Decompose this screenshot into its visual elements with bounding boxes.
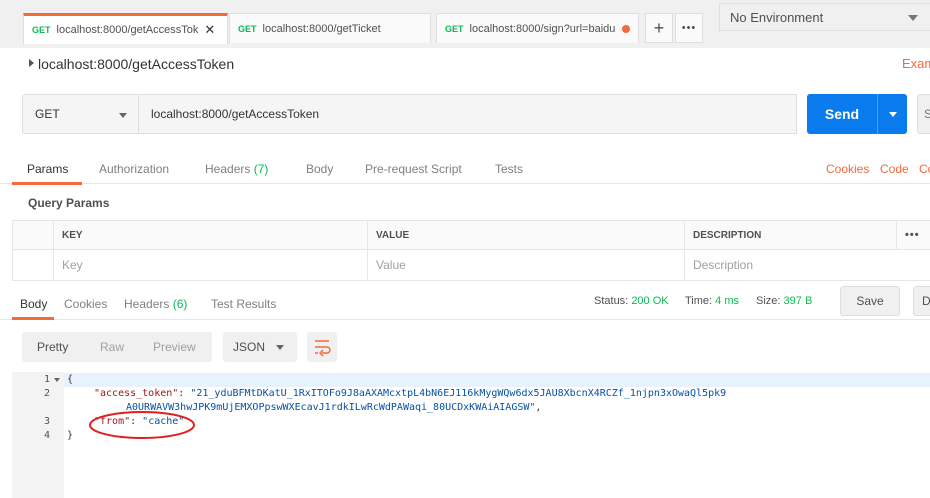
request-tab-get-access-token[interactable]: GET localhost:8000/getAccessTok ✕	[23, 13, 228, 44]
request-tab-get-ticket[interactable]: GET localhost:8000/getTicket	[229, 13, 431, 43]
save-request-button[interactable]: S	[917, 94, 930, 134]
wrap-lines-icon	[315, 340, 331, 357]
method-label: GET	[35, 107, 60, 121]
headers-count: (7)	[253, 162, 269, 176]
time-value: 4 ms	[715, 295, 739, 307]
request-name[interactable]: localhost:8000/getAccessToken	[38, 56, 234, 72]
line-number: 3	[43, 416, 50, 427]
view-preview[interactable]: Preview	[153, 332, 196, 362]
caret-right-icon[interactable]	[29, 59, 34, 67]
tab-response-headers-label: Headers	[124, 297, 170, 311]
unsaved-dot-icon	[622, 24, 630, 33]
tab-title: localhost:8000/sign?url=baidu	[469, 22, 616, 35]
status-readout: Status: 200 OK	[594, 295, 669, 307]
row-checkbox[interactable]	[13, 250, 53, 280]
code-line-access-token: "access_token": "21_yduBFMtDKatU_1RxITOF…	[94, 388, 726, 399]
tab-response-cookies[interactable]: Cookies	[64, 297, 107, 311]
tab-method-label: GET	[32, 25, 51, 35]
json-colon: :	[178, 388, 191, 399]
tab-prerequest-script[interactable]: Pre-request Script	[365, 162, 462, 176]
active-tab-indicator	[12, 182, 82, 185]
cookies-link[interactable]: Cookies	[826, 162, 869, 176]
params-table-row: Key Value Description	[12, 250, 930, 281]
close-icon[interactable]: ✕	[204, 22, 215, 38]
tab-body[interactable]: Body	[306, 162, 333, 176]
chevron-down-icon	[908, 15, 918, 21]
view-raw[interactable]: Raw	[100, 332, 124, 362]
tab-method-label: GET	[445, 23, 464, 34]
size-label: Size:	[756, 295, 781, 307]
column-description: DESCRIPTION	[684, 221, 761, 249]
value-input[interactable]: Value	[367, 250, 684, 280]
tab-headers-label: Headers	[205, 162, 251, 176]
chevron-down-icon	[119, 113, 127, 118]
url-input[interactable]: localhost:8000/getAccessToken	[138, 94, 797, 134]
time-readout: Time: 4 ms	[685, 295, 739, 307]
line-number: 4	[43, 430, 50, 441]
active-tab-indicator	[12, 317, 54, 320]
params-table-header: KEY VALUE DESCRIPTION •••	[12, 220, 930, 250]
tab-title: localhost:8000/getTicket	[262, 22, 381, 35]
json-key: "access_token"	[94, 388, 179, 399]
url-text: localhost:8000/getAccessToken	[151, 107, 320, 121]
tab-authorization[interactable]: Authorization	[99, 162, 169, 176]
size-readout: Size: 397 B	[756, 295, 812, 307]
send-label: Send	[824, 106, 860, 122]
tab-method-label: GET	[238, 23, 257, 34]
tab-headers[interactable]: Headers (7)	[205, 162, 268, 176]
send-divider	[877, 94, 878, 134]
code-open-brace: {	[67, 374, 74, 385]
environment-label: No Environment	[730, 9, 824, 25]
size-value: 397 B	[783, 295, 813, 307]
format-label: JSON	[233, 340, 266, 354]
save-response-button[interactable]: Save	[840, 286, 900, 316]
tab-tests[interactable]: Tests	[495, 162, 523, 176]
description-input[interactable]: Description	[684, 250, 930, 280]
tab-params[interactable]: Params	[27, 162, 68, 176]
annotation-ellipse	[89, 411, 195, 439]
send-button[interactable]: Send	[807, 94, 907, 134]
line-number: 2	[43, 388, 50, 399]
examples-link[interactable]: Exam	[902, 56, 930, 71]
tabs-more-button[interactable]: •••	[675, 13, 703, 43]
code-link[interactable]: Code	[880, 162, 909, 176]
time-label: Time:	[685, 295, 713, 307]
download-button[interactable]: D	[913, 286, 930, 316]
method-select[interactable]: GET	[22, 94, 138, 134]
chevron-down-icon[interactable]	[889, 112, 897, 117]
json-value: "21_yduBFMtDKatU_1RxITOFo9J8aAXAMcxtpL4b…	[190, 388, 727, 399]
code-close-brace: }	[67, 430, 74, 441]
environment-select[interactable]: No Environment	[719, 3, 930, 31]
status-label: Status:	[594, 295, 629, 307]
checkbox-column	[13, 221, 53, 249]
tab-title: localhost:8000/getAccessTok	[56, 24, 199, 36]
query-params-title: Query Params	[28, 196, 110, 210]
request-tab-sign[interactable]: GET localhost:8000/sign?url=baidu	[436, 13, 639, 43]
tab-test-results[interactable]: Test Results	[211, 297, 276, 311]
tab-response-headers[interactable]: Headers (6)	[124, 297, 187, 311]
line-number: 1	[43, 374, 50, 385]
view-pretty[interactable]: Pretty	[37, 332, 68, 362]
response-headers-count: (6)	[172, 297, 188, 311]
column-value: VALUE	[367, 221, 409, 249]
columns-more-button[interactable]: •••	[896, 221, 920, 249]
active-line-highlight	[64, 373, 930, 387]
new-tab-button[interactable]: +	[645, 13, 673, 43]
json-comma: ,	[535, 402, 542, 413]
chevron-down-icon	[276, 345, 284, 350]
fold-caret-icon[interactable]	[54, 378, 60, 382]
status-value: 200 OK	[631, 295, 669, 307]
format-select[interactable]: JSON	[223, 332, 297, 362]
key-input[interactable]: Key	[53, 250, 367, 280]
comments-link[interactable]: Co	[919, 162, 930, 176]
column-key: KEY	[53, 221, 83, 249]
wrap-lines-button[interactable]	[307, 332, 337, 362]
view-mode-group: Pretty Raw Preview	[22, 332, 212, 362]
tab-response-body[interactable]: Body	[20, 297, 47, 311]
